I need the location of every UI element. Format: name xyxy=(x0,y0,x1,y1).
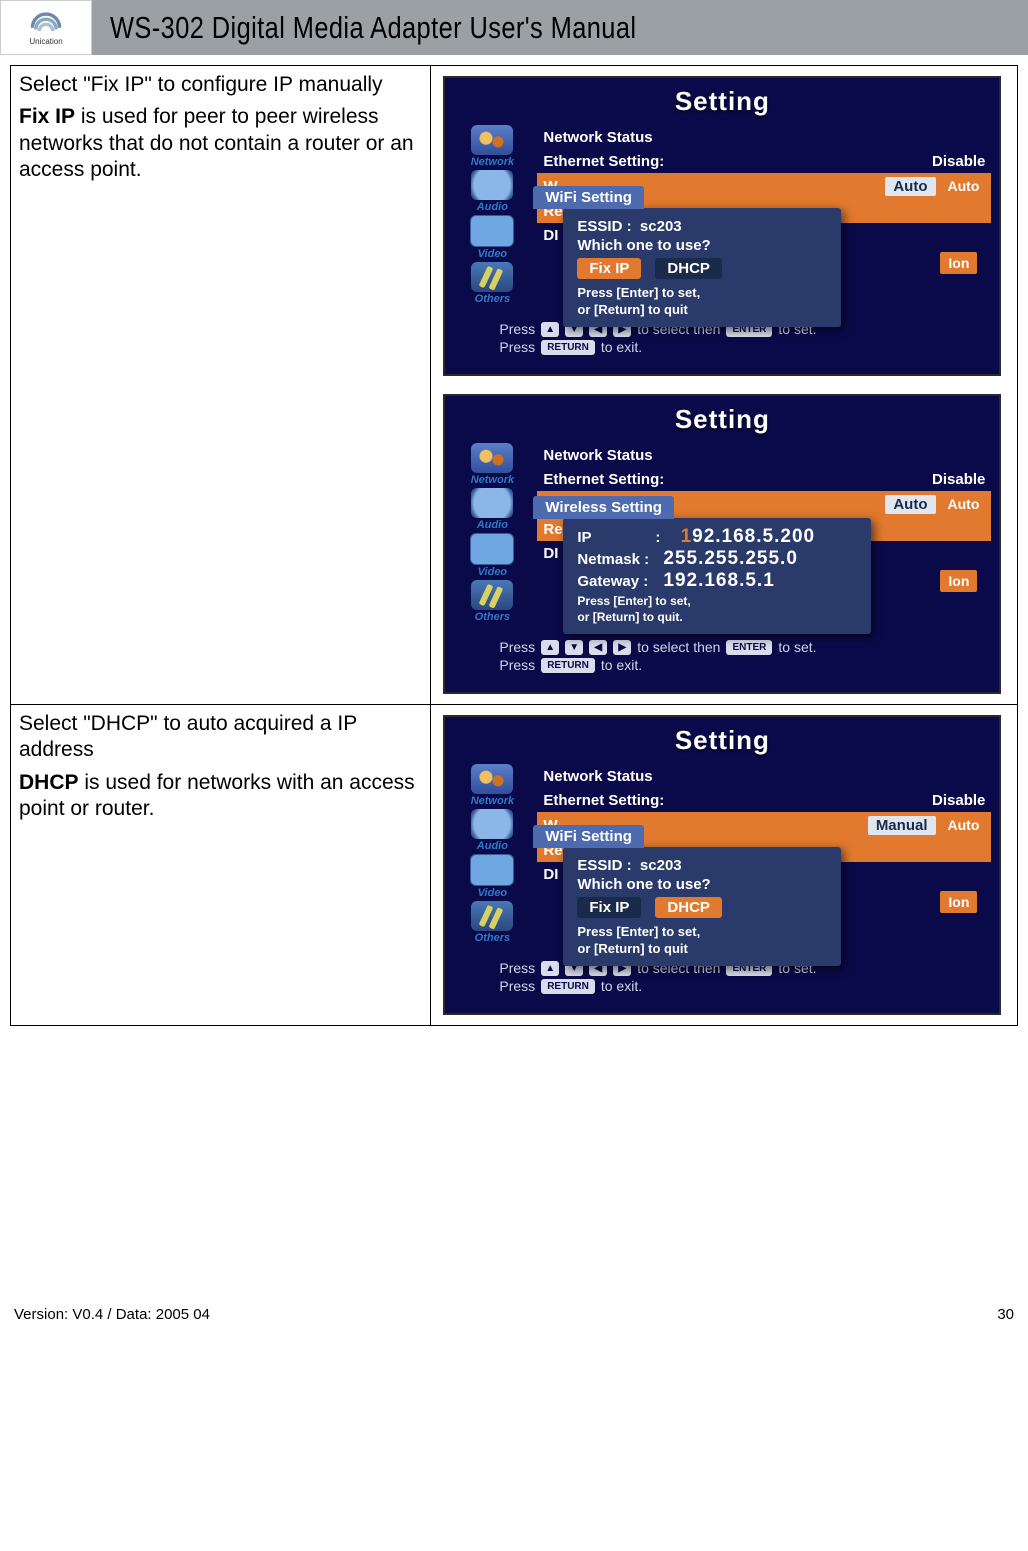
btn-fixip[interactable]: Fix IP xyxy=(577,258,641,279)
side-video[interactable]: Video xyxy=(453,533,531,578)
popup-tab: WiFi Setting xyxy=(533,825,644,848)
btn-dhcp[interactable]: DHCP xyxy=(655,258,722,279)
row-ethernet[interactable]: Ethernet Setting:Disable xyxy=(537,788,991,812)
network-icon xyxy=(471,125,513,155)
step2-screenshot-cell: Setting Network Audio Video Others Netwo… xyxy=(431,705,1018,1026)
popup-tab: WiFi Setting xyxy=(533,186,644,209)
ui-window-title: Setting xyxy=(445,396,999,439)
arrow-up-icon: ▲ xyxy=(541,961,559,976)
screenshot-dhcp: Setting Network Audio Video Others Netwo… xyxy=(443,715,1001,1015)
side-video[interactable]: Video xyxy=(453,215,531,260)
btn-dhcp[interactable]: DHCP xyxy=(655,897,722,918)
arrow-up-icon: ▲ xyxy=(541,322,559,337)
row-ion-chip: Ion xyxy=(940,252,977,274)
return-key-icon: RETURN xyxy=(541,658,595,673)
gateway-field[interactable]: 192.168.5.1 xyxy=(663,570,774,592)
ui-window-title: Setting xyxy=(445,78,999,121)
screenshot-fixip: Setting Network Audio Video Others Netwo… xyxy=(443,76,1001,376)
audio-icon xyxy=(471,170,513,200)
ui-sidebar: Network Audio Video Others xyxy=(453,443,531,623)
row-ion-chip: Ion xyxy=(940,570,977,592)
side-network[interactable]: Network xyxy=(453,443,531,486)
video-icon xyxy=(470,854,514,886)
ui-sidebar: Network Audio Video Others xyxy=(453,764,531,944)
netmask-field[interactable]: 255.255.255.0 xyxy=(663,548,798,570)
side-others[interactable]: Others xyxy=(453,580,531,623)
video-icon xyxy=(470,215,514,247)
popup-wifi-dhcp: WiFi Setting ESSID : sc203 Which one to … xyxy=(563,847,841,966)
others-icon xyxy=(471,901,513,931)
document-title: WS-302 Digital Media Adapter User's Manu… xyxy=(110,10,636,46)
step2-intro: Select "DHCP" to auto acquired a IP addr… xyxy=(19,711,422,764)
side-others[interactable]: Others xyxy=(453,262,531,305)
version-text: Version: V0.4 / Data: 2005 04 xyxy=(14,1306,210,1323)
step2-text-cell: Select "DHCP" to auto acquired a IP addr… xyxy=(11,705,431,1026)
arrow-down-icon: ▼ xyxy=(565,640,583,655)
return-key-icon: RETURN xyxy=(541,340,595,355)
step1-body: Fix IP is used for peer to peer wireless… xyxy=(19,104,422,183)
popup-wireless-ip: Wireless Setting IP: 192.168.5.200 Netma… xyxy=(563,518,871,634)
popup-wifi-fixip: WiFi Setting ESSID : sc203 Which one to … xyxy=(563,208,841,327)
side-others[interactable]: Others xyxy=(453,901,531,944)
side-audio[interactable]: Audio xyxy=(453,170,531,213)
side-audio[interactable]: Audio xyxy=(453,488,531,531)
arrow-left-icon: ◀ xyxy=(589,640,607,655)
logo-icon xyxy=(29,9,63,35)
step1-intro: Select "Fix IP" to configure IP manually xyxy=(19,72,422,98)
step2-body: DHCP is used for networks with an access… xyxy=(19,770,422,823)
step1-screenshots-cell: Setting Network Audio Video Others Netwo… xyxy=(431,66,1018,705)
row-ethernet[interactable]: Ethernet Setting:Disable xyxy=(537,149,991,173)
btn-fixip[interactable]: Fix IP xyxy=(577,897,641,918)
audio-icon xyxy=(471,488,513,518)
side-network[interactable]: Network xyxy=(453,764,531,807)
page-header: Unication WS-302 Digital Media Adapter U… xyxy=(0,0,1028,55)
row-ion-chip: Ion xyxy=(940,891,977,913)
network-icon xyxy=(471,764,513,794)
return-key-icon: RETURN xyxy=(541,979,595,994)
arrow-right-icon: ▶ xyxy=(613,640,631,655)
arrow-up-icon: ▲ xyxy=(541,640,559,655)
instruction-table: Select "Fix IP" to configure IP manually… xyxy=(10,65,1018,1026)
side-audio[interactable]: Audio xyxy=(453,809,531,852)
row-network-status[interactable]: Network Status xyxy=(537,125,991,149)
ui-window-title: Setting xyxy=(445,717,999,760)
ip-field[interactable]: 192.168.5.200 xyxy=(681,526,816,548)
screenshot-ip-entry: Setting Network Audio Video Others Netwo… xyxy=(443,394,1001,694)
side-video[interactable]: Video xyxy=(453,854,531,899)
title-bar: WS-302 Digital Media Adapter User's Manu… xyxy=(92,0,1028,55)
step1-text-cell: Select "Fix IP" to configure IP manually… xyxy=(11,66,431,705)
others-icon xyxy=(471,580,513,610)
enter-key-icon: ENTER xyxy=(726,640,772,655)
others-icon xyxy=(471,262,513,292)
audio-icon xyxy=(471,809,513,839)
popup-tab: Wireless Setting xyxy=(533,496,674,519)
side-network[interactable]: Network xyxy=(453,125,531,168)
brand-logo: Unication xyxy=(0,0,92,55)
row-network-status[interactable]: Network Status xyxy=(537,443,991,467)
row-network-status[interactable]: Network Status xyxy=(537,764,991,788)
video-icon xyxy=(470,533,514,565)
page-number: 30 xyxy=(997,1306,1014,1323)
page-footer: Version: V0.4 / Data: 2005 04 30 xyxy=(0,1306,1028,1343)
ui-sidebar: Network Audio Video Others xyxy=(453,125,531,305)
ui-footer: Press ▲ ▼ ◀ ▶ to select then ENTER to se… xyxy=(445,631,999,685)
network-icon xyxy=(471,443,513,473)
brand-name: Unication xyxy=(29,37,62,46)
row-ethernet[interactable]: Ethernet Setting:Disable xyxy=(537,467,991,491)
